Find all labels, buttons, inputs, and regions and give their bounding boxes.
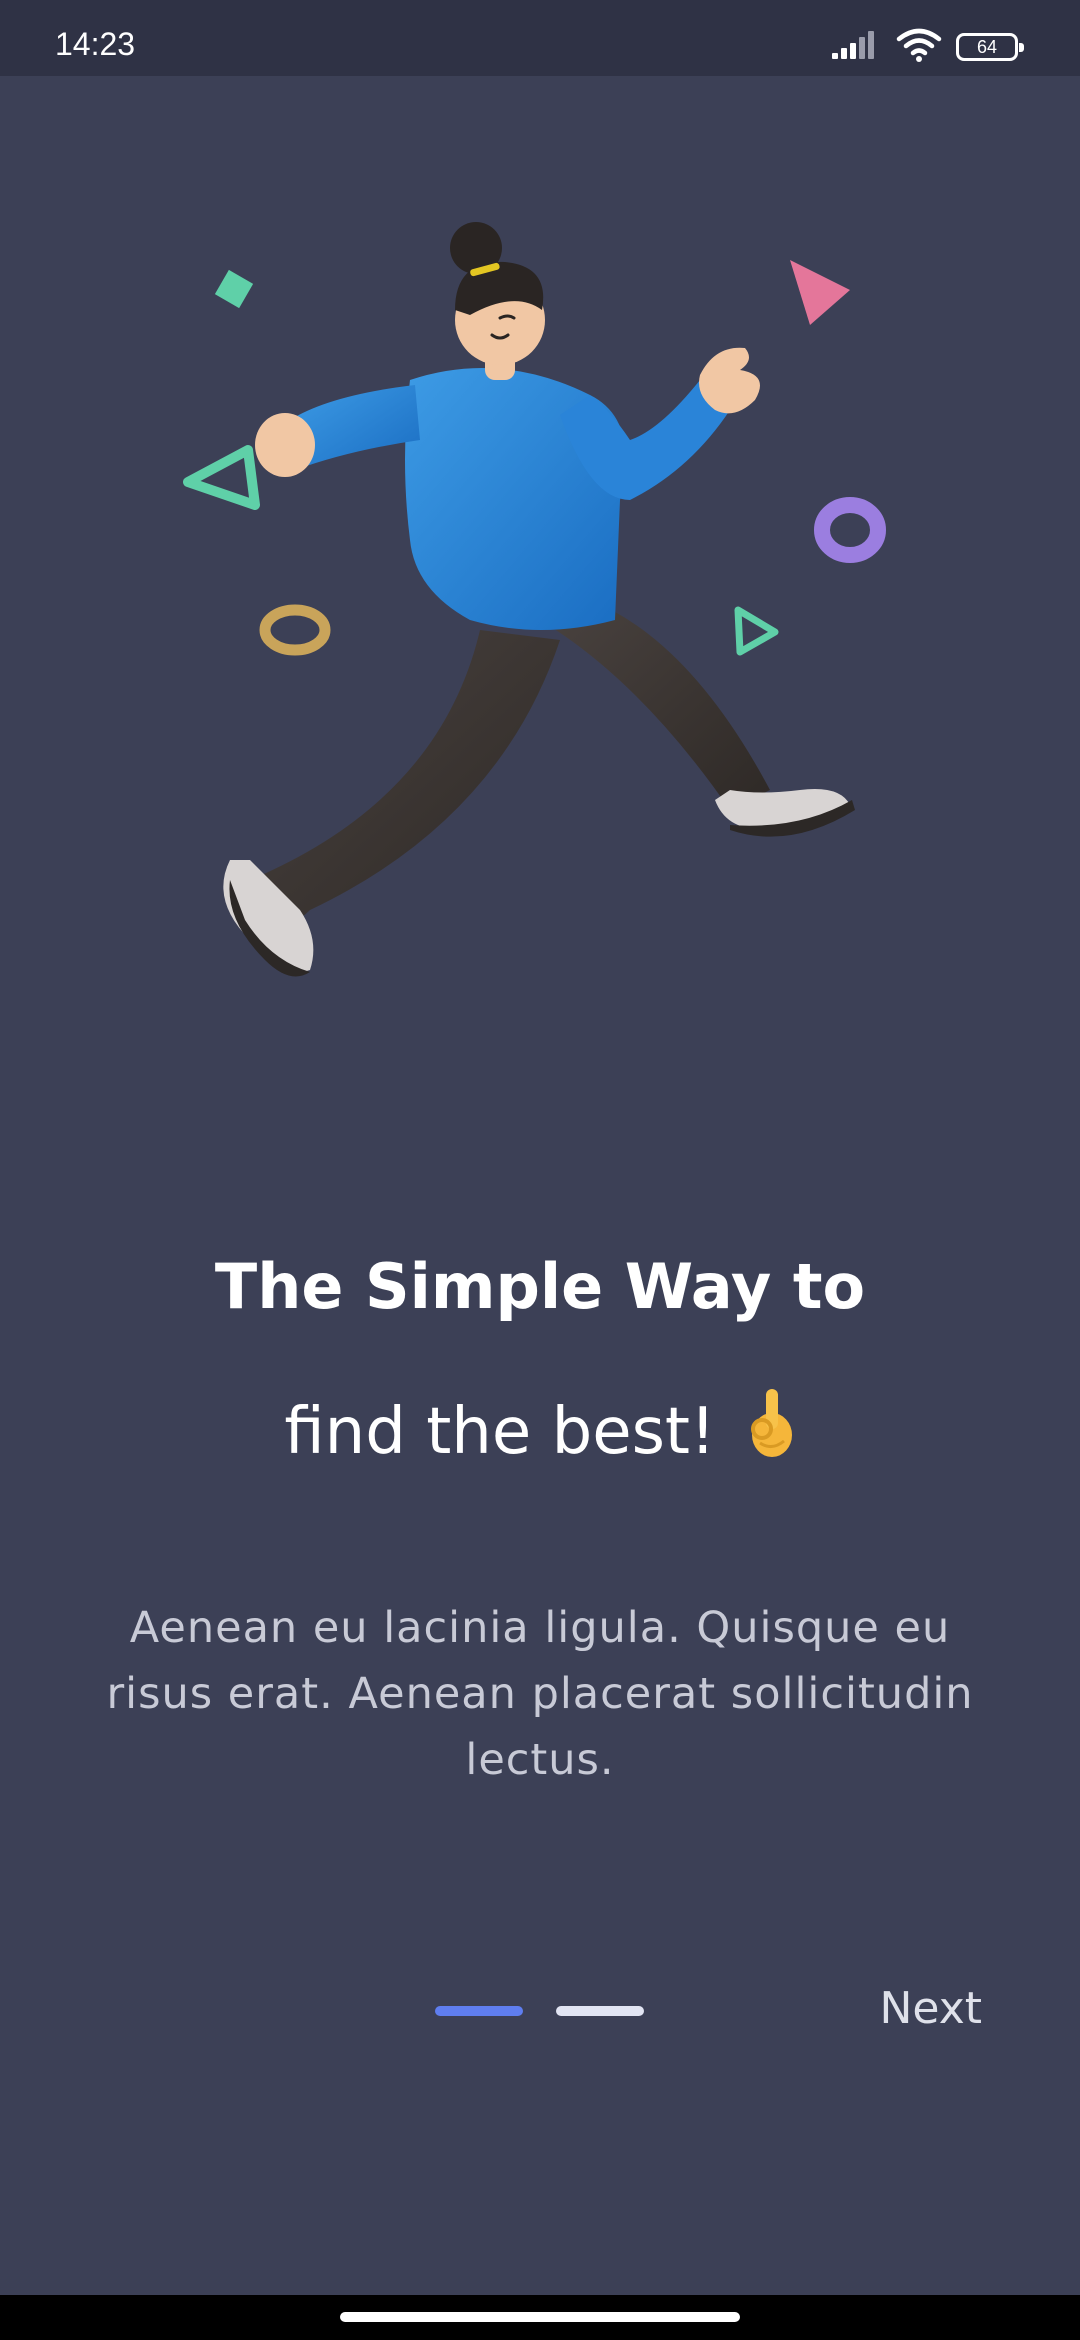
- signal-icon: [832, 31, 882, 63]
- onboarding-title-text: find the best!: [284, 1395, 716, 1469]
- home-indicator[interactable]: [340, 2312, 740, 2322]
- status-time: 14:23: [55, 26, 136, 62]
- page-indicator-dot-active[interactable]: [435, 2006, 523, 2016]
- page-indicator: [435, 2006, 644, 2016]
- battery-level: 64: [976, 37, 998, 57]
- running-person-illustration: [170, 200, 890, 1020]
- battery-icon: 64: [956, 33, 1024, 61]
- onboarding-screen: 14:23 64 The Simple Way to find the best…: [0, 0, 1080, 2340]
- next-button[interactable]: Next: [879, 1983, 982, 2034]
- ok-hand-icon: [746, 1385, 796, 1475]
- status-bar: 14:23 64: [0, 0, 1080, 76]
- onboarding-title-line2: find the best!: [0, 1385, 1080, 1475]
- navigation-bar: [0, 2295, 1080, 2340]
- page-indicator-dot[interactable]: [556, 2006, 644, 2016]
- onboarding-description: Aenean eu lacinia ligula. Quisque eu ris…: [106, 1603, 974, 1785]
- wifi-icon: [896, 28, 942, 66]
- onboarding-title: The Simple Way to: [214, 1250, 866, 1323]
- status-icons: 64: [832, 28, 1024, 66]
